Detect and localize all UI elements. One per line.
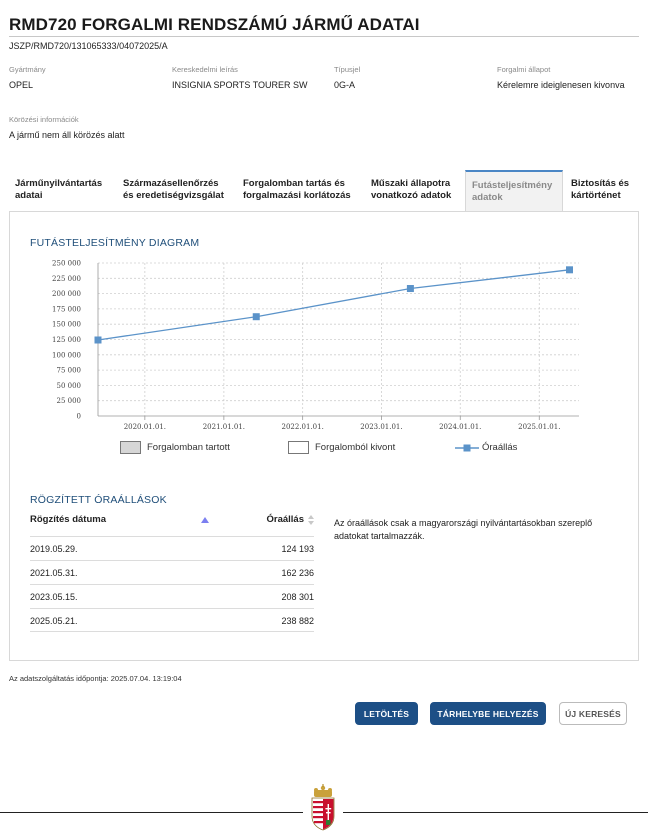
tab-label: kártörténet (571, 190, 621, 201)
y-tick-label: 150 000 (52, 321, 81, 329)
cell-odometer: 162 236 (281, 568, 314, 578)
cell-date: 2019.05.29. (30, 544, 78, 554)
footer-divider (0, 812, 303, 813)
hungarian-coat-of-arms-icon (311, 784, 335, 831)
tab-traffic-restrictions[interactable]: Forgalomban tartás és forgalmazási korlá… (237, 170, 363, 211)
page-title: RMD720 FORGALMI RENDSZÁMÚ JÁRMŰ ADATAI (9, 15, 420, 34)
tab-label: adatai (15, 190, 43, 201)
traffic-status-value: Kérelemre ideiglenesen kivonva (497, 80, 625, 90)
download-button[interactable]: LETÖLTÉS (355, 702, 418, 725)
tab-label: Forgalomban tartás és (243, 178, 345, 189)
tab-origin-check[interactable]: Származásellenőrzés és eredetiségvizsgál… (117, 170, 235, 211)
column-header-label: Óraállás (266, 514, 305, 525)
table-row: 2021.05.31. 162 236 (30, 560, 314, 584)
x-tick-label: 2020.01.01. (124, 423, 166, 431)
legend-swatch-withdrawn (288, 441, 309, 454)
table-bottom-border (30, 631, 314, 632)
tab-label: Biztosítás és (571, 178, 630, 189)
commercial-description-value: INSIGNIA SPORTS TOURER SW (172, 80, 308, 90)
tab-technical-condition[interactable]: Műszaki állapotra vonatkozó adatok (365, 170, 463, 211)
cell-odometer: 208 301 (281, 592, 314, 602)
legend-withdrawn: Forgalomból kivont (288, 440, 408, 456)
cell-date: 2021.05.31. (30, 568, 78, 578)
store-button[interactable]: TÁRHELYBE HELYEZÉS (430, 702, 546, 725)
type-value: 0G-A (334, 80, 356, 90)
cell-odometer: 238 882 (281, 616, 314, 626)
sort-neutral-icon[interactable] (308, 515, 314, 525)
tab-mileage[interactable]: Futásteljesítmény adatok (465, 170, 563, 211)
make-label: Gyártmány (9, 65, 46, 74)
tab-label: és eredetiségvizsgálat (123, 190, 224, 201)
type-label: Típusjel (334, 65, 361, 74)
column-header-label: Rögzítés dátuma (30, 514, 107, 525)
y-tick-label: 200 000 (52, 290, 81, 298)
wanted-info-label: Körözési információk (9, 115, 79, 124)
new-search-button[interactable]: ÚJ KERESÉS (559, 702, 627, 725)
tab-label: Származásellenőrzés (123, 178, 219, 189)
y-tick-label: 250 000 (52, 260, 81, 268)
footer-divider (343, 812, 648, 813)
y-tick-label: 25 000 (57, 397, 82, 405)
y-tick-label: 125 000 (52, 336, 81, 344)
y-tick-label: 50 000 (57, 382, 82, 390)
tab-label: Járműnyilvántartás (15, 178, 103, 189)
legend-label: Forgalomból kivont (315, 442, 396, 453)
legend-label: Forgalomban tartott (147, 442, 230, 453)
tab-label: vonatkozó adatok (371, 190, 452, 201)
table-row: 2025.05.21. 238 882 (30, 608, 314, 632)
mileage-chart: 0 25 000 50 000 75 000 100 000 125 000 150 000… (52, 260, 579, 431)
traffic-status-label: Forgalmi állapot (497, 65, 551, 74)
title-divider (9, 36, 639, 37)
tab-label: Műszaki állapotra (371, 178, 451, 189)
y-tick-label: 75 000 (57, 367, 82, 375)
table-row: 2023.05.15. 208 301 (30, 584, 314, 608)
tab-label: adatok (472, 192, 503, 203)
wanted-info-value: A jármű nem áll körözés alatt (9, 130, 125, 140)
sort-ascending-icon[interactable] (201, 517, 209, 523)
y-tick-label: 100 000 (52, 351, 81, 359)
y-tick-label: 0 (77, 413, 81, 421)
commercial-description-label: Kereskedelmi leírás (172, 65, 238, 74)
legend-in-traffic: Forgalomban tartott (120, 440, 230, 456)
legend-swatch-odometer (455, 444, 479, 452)
records-title: RÖGZÍTETT ÓRAÁLLÁSOK (30, 494, 167, 506)
diagram-title: FUTÁSTELJESÍTMÉNY DIAGRAM (30, 237, 200, 249)
x-tick-label: 2024.01.01. (439, 423, 481, 431)
records-note: Az óraállások csak a magyarországi nyilv… (334, 518, 593, 541)
x-tick-label: 2025.01.01. (518, 423, 560, 431)
table-row: 2019.05.29. 124 193 (30, 536, 314, 560)
tab-label: forgalmazási korlátozás (243, 190, 351, 201)
tab-insurance-history[interactable]: Biztosítás és kártörténet (565, 170, 639, 211)
odometer-data-point (252, 313, 260, 321)
tab-label: Futásteljesítmény (472, 180, 553, 191)
chart-grid (98, 262, 579, 416)
document-reference: JSZP/RMD720/131065333/04072025/A (9, 41, 168, 51)
legend-label: Óraállás (482, 442, 518, 453)
tab-vehicle-registry[interactable]: Járműnyilvántartás adatai (9, 170, 115, 211)
cell-date: 2023.05.15. (30, 592, 78, 602)
service-timestamp: Az adatszolgáltatás időpontja: 2025.07.0… (9, 674, 182, 683)
y-tick-label: 175 000 (52, 305, 81, 313)
cell-odometer: 124 193 (281, 544, 314, 554)
x-tick-label: 2022.01.01. (282, 423, 324, 431)
tab-bar: Járműnyilvántartás adatai Származásellen… (9, 170, 639, 211)
column-header-odometer[interactable]: Óraállás (267, 514, 305, 525)
legend-odometer: Óraállás (455, 440, 535, 456)
legend-swatch-in-traffic (120, 441, 141, 454)
odometer-data-point (94, 336, 102, 344)
odometer-data-point (406, 285, 414, 293)
odometer-data-point (566, 266, 574, 274)
y-tick-label: 225 000 (52, 275, 81, 283)
make-value: OPEL (9, 80, 34, 90)
column-header-date[interactable]: Rögzítés dátuma (30, 514, 106, 525)
x-tick-label: 2021.01.01. (203, 423, 245, 431)
cell-date: 2025.05.21. (30, 616, 78, 626)
x-tick-label: 2023.01.01. (360, 423, 402, 431)
